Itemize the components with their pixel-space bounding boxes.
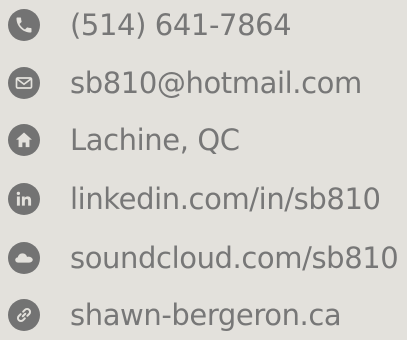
contact-list: (514) 641-7864 sb810@hotmail.com Lachine… — [0, 0, 407, 332]
link-icon — [8, 299, 40, 331]
website-link[interactable]: shawn-bergeron.ca — [70, 297, 342, 333]
contact-row-phone: (514) 641-7864 — [0, 0, 407, 50]
envelope-icon — [8, 67, 40, 99]
soundcloud-icon — [8, 242, 40, 274]
contact-row-linkedin: linkedin.com/in/sb810 — [0, 174, 407, 224]
linkedin-icon — [8, 183, 40, 215]
phone-icon — [8, 9, 40, 41]
phone-number-link[interactable]: (514) 641-7864 — [70, 7, 292, 43]
linkedin-link[interactable]: linkedin.com/in/sb810 — [70, 181, 381, 217]
contact-row-website: shawn-bergeron.ca — [0, 290, 407, 340]
contact-row-location: Lachine, QC — [0, 115, 407, 165]
email-link[interactable]: sb810@hotmail.com — [70, 65, 362, 101]
contact-row-email: sb810@hotmail.com — [0, 58, 407, 108]
contact-row-soundcloud: soundcloud.com/sb810 — [0, 233, 407, 283]
home-icon — [8, 124, 40, 156]
location-text: Lachine, QC — [70, 123, 240, 157]
soundcloud-link[interactable]: soundcloud.com/sb810 — [70, 240, 399, 276]
